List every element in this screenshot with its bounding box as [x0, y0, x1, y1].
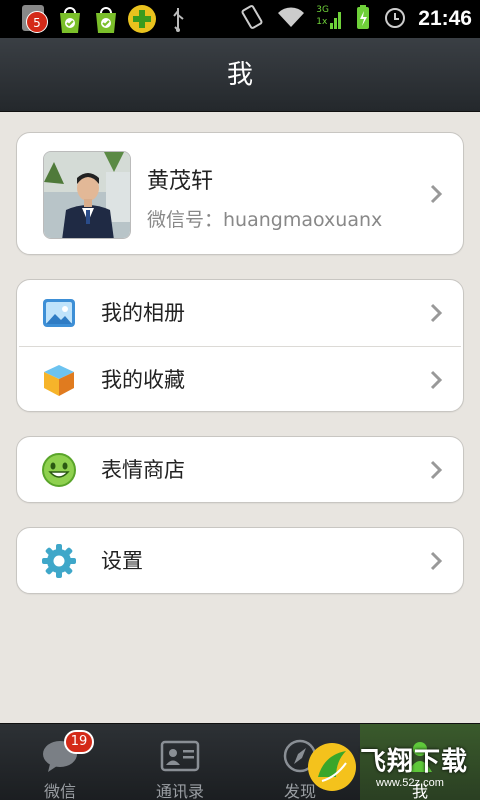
tab-contacts[interactable]: 通讯录 — [120, 724, 240, 800]
profile-name: 黄茂轩 — [147, 169, 214, 194]
sticker-store-group: 表情商店 — [16, 436, 464, 503]
contacts-card-icon — [160, 738, 200, 774]
system-status-icons: 3G 1x 21:46 — [238, 0, 472, 38]
wechat-id-value: huangmaoxuanx — [223, 209, 383, 231]
status-bar: 5 3G 1x 21:46 — [0, 0, 480, 38]
menu-item-label: 我的相册 — [101, 301, 185, 325]
chevron-right-icon — [429, 184, 443, 204]
menu-item-settings[interactable]: 设置 — [17, 528, 463, 594]
chevron-right-icon — [429, 551, 443, 571]
menu-item-album[interactable]: 我的相册 — [17, 280, 463, 346]
watermark-text: 飞翔下载 — [360, 747, 469, 777]
shopping-bag-icon — [90, 3, 122, 35]
profile-card[interactable]: 黄茂轩 微信号：huangmaoxuanx — [16, 132, 464, 255]
mobile-signal-icon: 3G 1x — [316, 5, 344, 33]
settings-group: 设置 — [16, 527, 464, 594]
vibrate-icon — [238, 3, 266, 35]
unread-count-badge: 19 — [64, 730, 94, 754]
chevron-right-icon — [429, 303, 443, 323]
app-notification-icon: 5 — [18, 3, 50, 35]
smiley-icon — [41, 452, 77, 488]
wechat-id: 微信号：huangmaoxuanx — [147, 205, 382, 232]
chevron-right-icon — [429, 370, 443, 390]
usb-icon — [162, 3, 194, 35]
wechat-id-label: 微信号： — [147, 209, 224, 231]
menu-item-favorites[interactable]: 我的收藏 — [17, 347, 463, 413]
clock-time: 21:46 — [418, 7, 472, 30]
title-bar: 我 — [0, 38, 480, 112]
menu-item-sticker-store[interactable]: 表情商店 — [17, 437, 463, 503]
tab-chats[interactable]: 19 微信 — [0, 724, 120, 800]
plus-app-icon — [126, 3, 158, 35]
alarm-clock-icon — [382, 4, 408, 34]
photo-album-icon — [41, 295, 77, 331]
album-favorites-group: 我的相册 我的收藏 — [16, 279, 464, 412]
battery-charging-icon — [354, 3, 372, 35]
menu-item-label: 表情商店 — [101, 458, 185, 482]
tab-label: 微信 — [43, 782, 76, 800]
notification-count-badge: 5 — [26, 11, 48, 33]
gear-icon — [41, 543, 77, 579]
watermark-logo: 飞翔下载 www.52z.com — [304, 737, 476, 797]
avatar[interactable] — [43, 151, 131, 239]
menu-item-label: 设置 — [101, 549, 143, 573]
wifi-icon — [276, 5, 306, 33]
notification-icons: 5 — [18, 3, 194, 35]
watermark-url: www.52z.com — [376, 777, 444, 789]
shopping-bag-icon — [54, 3, 86, 35]
favorites-cube-icon — [41, 362, 77, 398]
menu-item-label: 我的收藏 — [101, 368, 185, 392]
chevron-right-icon — [429, 460, 443, 480]
tab-label: 通讯录 — [155, 782, 204, 800]
page-title: 我 — [226, 60, 253, 90]
